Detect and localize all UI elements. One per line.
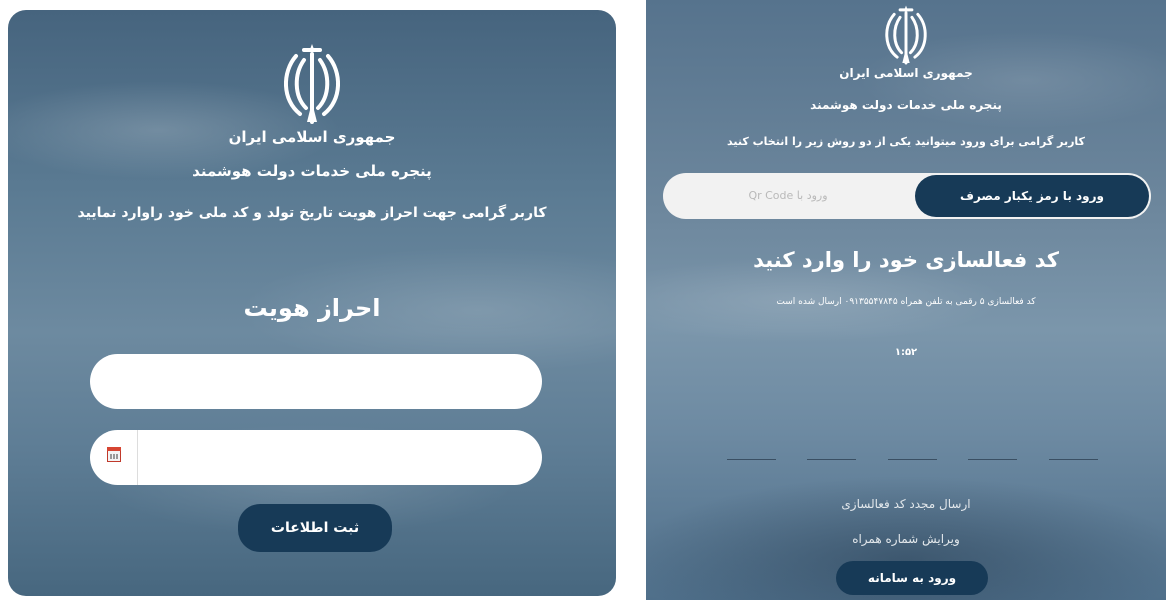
calendar-button[interactable] [90, 430, 138, 485]
birth-date-field[interactable] [90, 430, 542, 485]
iran-emblem-icon [885, 5, 927, 65]
portal-title: پنجره ملی خدمات دولت هوشمند [810, 98, 1002, 112]
identity-verification-panel: جمهوری اسلامی ایران پنجره ملی خدمات دولت… [8, 10, 616, 596]
otp-digit-input[interactable] [888, 459, 937, 460]
otp-digit-input[interactable] [807, 459, 856, 460]
iran-emblem-icon [283, 44, 341, 124]
instruction-text: کاربر گرامی برای ورود میتوانید یکی از دو… [727, 135, 1085, 148]
page-title: کد فعالسازی خود را وارد کنید [753, 248, 1059, 272]
otp-digit-input[interactable] [968, 459, 1017, 460]
country-title: جمهوری اسلامی ایران [228, 128, 396, 146]
calendar-icon[interactable] [107, 447, 121, 462]
edit-phone-link[interactable]: ویرایش شماره همراه [646, 532, 1166, 546]
instruction-text: کاربر گرامی جهت احراز هویت تاریخ تولد و … [77, 205, 547, 221]
countdown-timer: ۱:۵۲ [894, 347, 918, 358]
submit-button[interactable]: ثبت اطلاعات [238, 504, 392, 552]
tab-qr-code-login[interactable]: ورود با Qr Code [663, 173, 913, 219]
page-title: احراز هویت [243, 294, 381, 322]
otp-digit-input[interactable] [1049, 459, 1098, 460]
portal-title: پنجره ملی خدمات دولت هوشمند [192, 162, 432, 180]
national-code-input[interactable] [90, 354, 542, 409]
otp-digit-input[interactable] [727, 459, 776, 460]
country-title: جمهوری اسلامی ایران [839, 66, 973, 80]
sent-message: کد فعالسازی ۵ رقمی به تلفن همراه ۰۹۱۳۵۵۴… [776, 297, 1036, 307]
tab-otp-login[interactable]: ورود با رمز یکبار مصرف [915, 175, 1149, 217]
login-button[interactable]: ورود به سامانه [836, 561, 988, 595]
resend-code-link[interactable]: ارسال مجدد کد فعالسازی [646, 497, 1166, 511]
login-method-toggle: ورود با Qr Code ورود با رمز یکبار مصرف [663, 173, 1151, 219]
otp-login-panel: جمهوری اسلامی ایران پنجره ملی خدمات دولت… [646, 0, 1166, 600]
